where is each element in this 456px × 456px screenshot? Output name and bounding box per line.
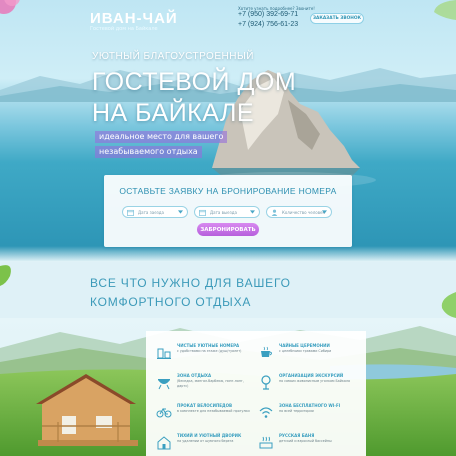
feature-title: ПРОКАТ ВЕЛОСИПЕДОВ	[177, 403, 233, 408]
leaf-icon	[441, 292, 456, 318]
feature-title: ЧАЙНЫЕ ЦЕРЕМОНИИ	[279, 343, 330, 348]
feature-item: ЧАЙНЫЕ ЦЕРЕМОНИИ с целебными травами Сиб…	[258, 341, 358, 367]
wifi-icon	[259, 407, 273, 418]
feature-title: ЗОНА ОТДЫХА	[177, 373, 212, 378]
calendar-icon	[199, 209, 206, 216]
bicycle-icon	[156, 408, 172, 418]
feature-description: на удалении от шумного берега	[177, 439, 234, 443]
feature-item: ПРОКАТ ВЕЛОСИПЕДОВ в комплекте для незаб…	[156, 401, 256, 427]
tea-icon	[261, 346, 272, 357]
feature-item: ЧИСТЫЕ УЮТНЫЕ НОМЕРА с удобствами на эта…	[156, 341, 256, 367]
phone-number[interactable]: +7 (950) 392-69-71	[238, 11, 298, 18]
hero-pill: незабываемого отдыха	[95, 146, 202, 158]
grill-icon	[158, 379, 170, 390]
logo-subtitle: Гостевой дом на Байкале	[90, 26, 158, 32]
logo[interactable]: ИВАН-ЧАЙ	[90, 10, 178, 27]
sauna-icon	[259, 436, 273, 449]
chevron-down-icon	[250, 210, 255, 214]
leaf-icon	[434, 0, 456, 20]
checkin-date-select[interactable]: Дата заезда	[122, 206, 188, 218]
feature-title: ЗОНА БЕСПЛАТНОГО WI-FI	[279, 403, 341, 408]
people-placeholder: Количество человек	[282, 209, 325, 215]
call-request-button[interactable]: ЗАКАЗАТЬ ЗВОНОК	[310, 13, 364, 24]
feature-description: с целебными травами Сибири	[279, 349, 332, 353]
features-panel: ЧИСТЫЕ УЮТНЫЕ НОМЕРА с удобствами на эта…	[146, 331, 366, 456]
section-title: ВСЕ ЧТО НУЖНО ДЛЯ ВАШЕГО	[90, 276, 291, 290]
feature-description: детский и взрослый бассейны	[279, 439, 332, 443]
feature-description: по всей территории	[279, 409, 314, 413]
flower-icon	[0, 0, 20, 14]
feature-title: ТИХИЙ И УЮТНЫЙ ДВОРИК	[177, 433, 242, 438]
excursion-icon	[261, 375, 271, 390]
calendar-icon	[127, 209, 134, 216]
hero-tagline: УЮТНЫЙ БЛАГОУСТРОЕННЫЙ	[92, 51, 254, 62]
feature-title: ЧИСТЫЕ УЮТНЫЕ НОМЕРА	[177, 343, 240, 348]
booking-title: ОСТАВЬТЕ ЗАЯВКУ НА БРОНИРОВАНИЕ НОМЕРА	[119, 186, 337, 196]
feature-description: (беседка, мангал-барбекю, пинг-понг, дар…	[177, 379, 244, 388]
booking-form: ОСТАВЬТЕ ЗАЯВКУ НА БРОНИРОВАНИЕ НОМЕРА Д…	[104, 175, 352, 247]
checkout-date-select[interactable]: Дата выезда	[194, 206, 260, 218]
book-button[interactable]: ЗАБРОНИРОВАТЬ	[197, 223, 259, 236]
feature-description: по самым живописным уголкам Байкала	[279, 379, 351, 383]
phone-number[interactable]: +7 (924) 756-61-23	[238, 21, 298, 28]
rooms-icon	[157, 348, 171, 359]
feature-item: ЗОНА БЕСПЛАТНОГО WI-FI по всей территори…	[258, 401, 358, 427]
chevron-down-icon	[178, 210, 183, 214]
people-icon	[271, 209, 278, 216]
hero-fade	[0, 246, 456, 262]
feature-item: РУССКАЯ БАНЯ детский и взрослый бассейны	[258, 431, 358, 456]
feature-item: ТИХИЙ И УЮТНЫЙ ДВОРИК на удалении от шум…	[156, 431, 256, 456]
feature-title: ОРГАНИЗАЦИЯ ЭКСКУРСИЙ	[279, 373, 344, 378]
leaf-icon	[0, 265, 11, 286]
feature-description: в комплекте для незабываемой прогулки	[177, 409, 250, 413]
feature-title: РУССКАЯ БАНЯ	[279, 433, 315, 438]
feature-description: с удобствами на этаже (душ/туалет)	[177, 349, 242, 353]
feature-item: ОРГАНИЗАЦИЯ ЭКСКУРСИЙ по самым живописны…	[258, 371, 358, 397]
checkout-placeholder: Дата выезда	[210, 209, 237, 215]
checkin-placeholder: Дата заезда	[138, 209, 165, 215]
chevron-down-icon	[322, 210, 327, 214]
hero-title: ГОСТЕВОЙ ДОМ	[92, 68, 297, 96]
people-count-select[interactable]: Количество человек	[266, 206, 332, 218]
section-title: КОМФОРТНОГО ОТДЫХА	[90, 295, 252, 309]
hero-pill: идеальное место для вашего	[95, 131, 228, 143]
feature-item: ЗОНА ОТДЫХА (беседка, мангал-барбекю, пи…	[156, 371, 256, 397]
yard-icon	[157, 436, 171, 450]
hero-title: НА БАЙКАЛЕ	[92, 99, 255, 127]
